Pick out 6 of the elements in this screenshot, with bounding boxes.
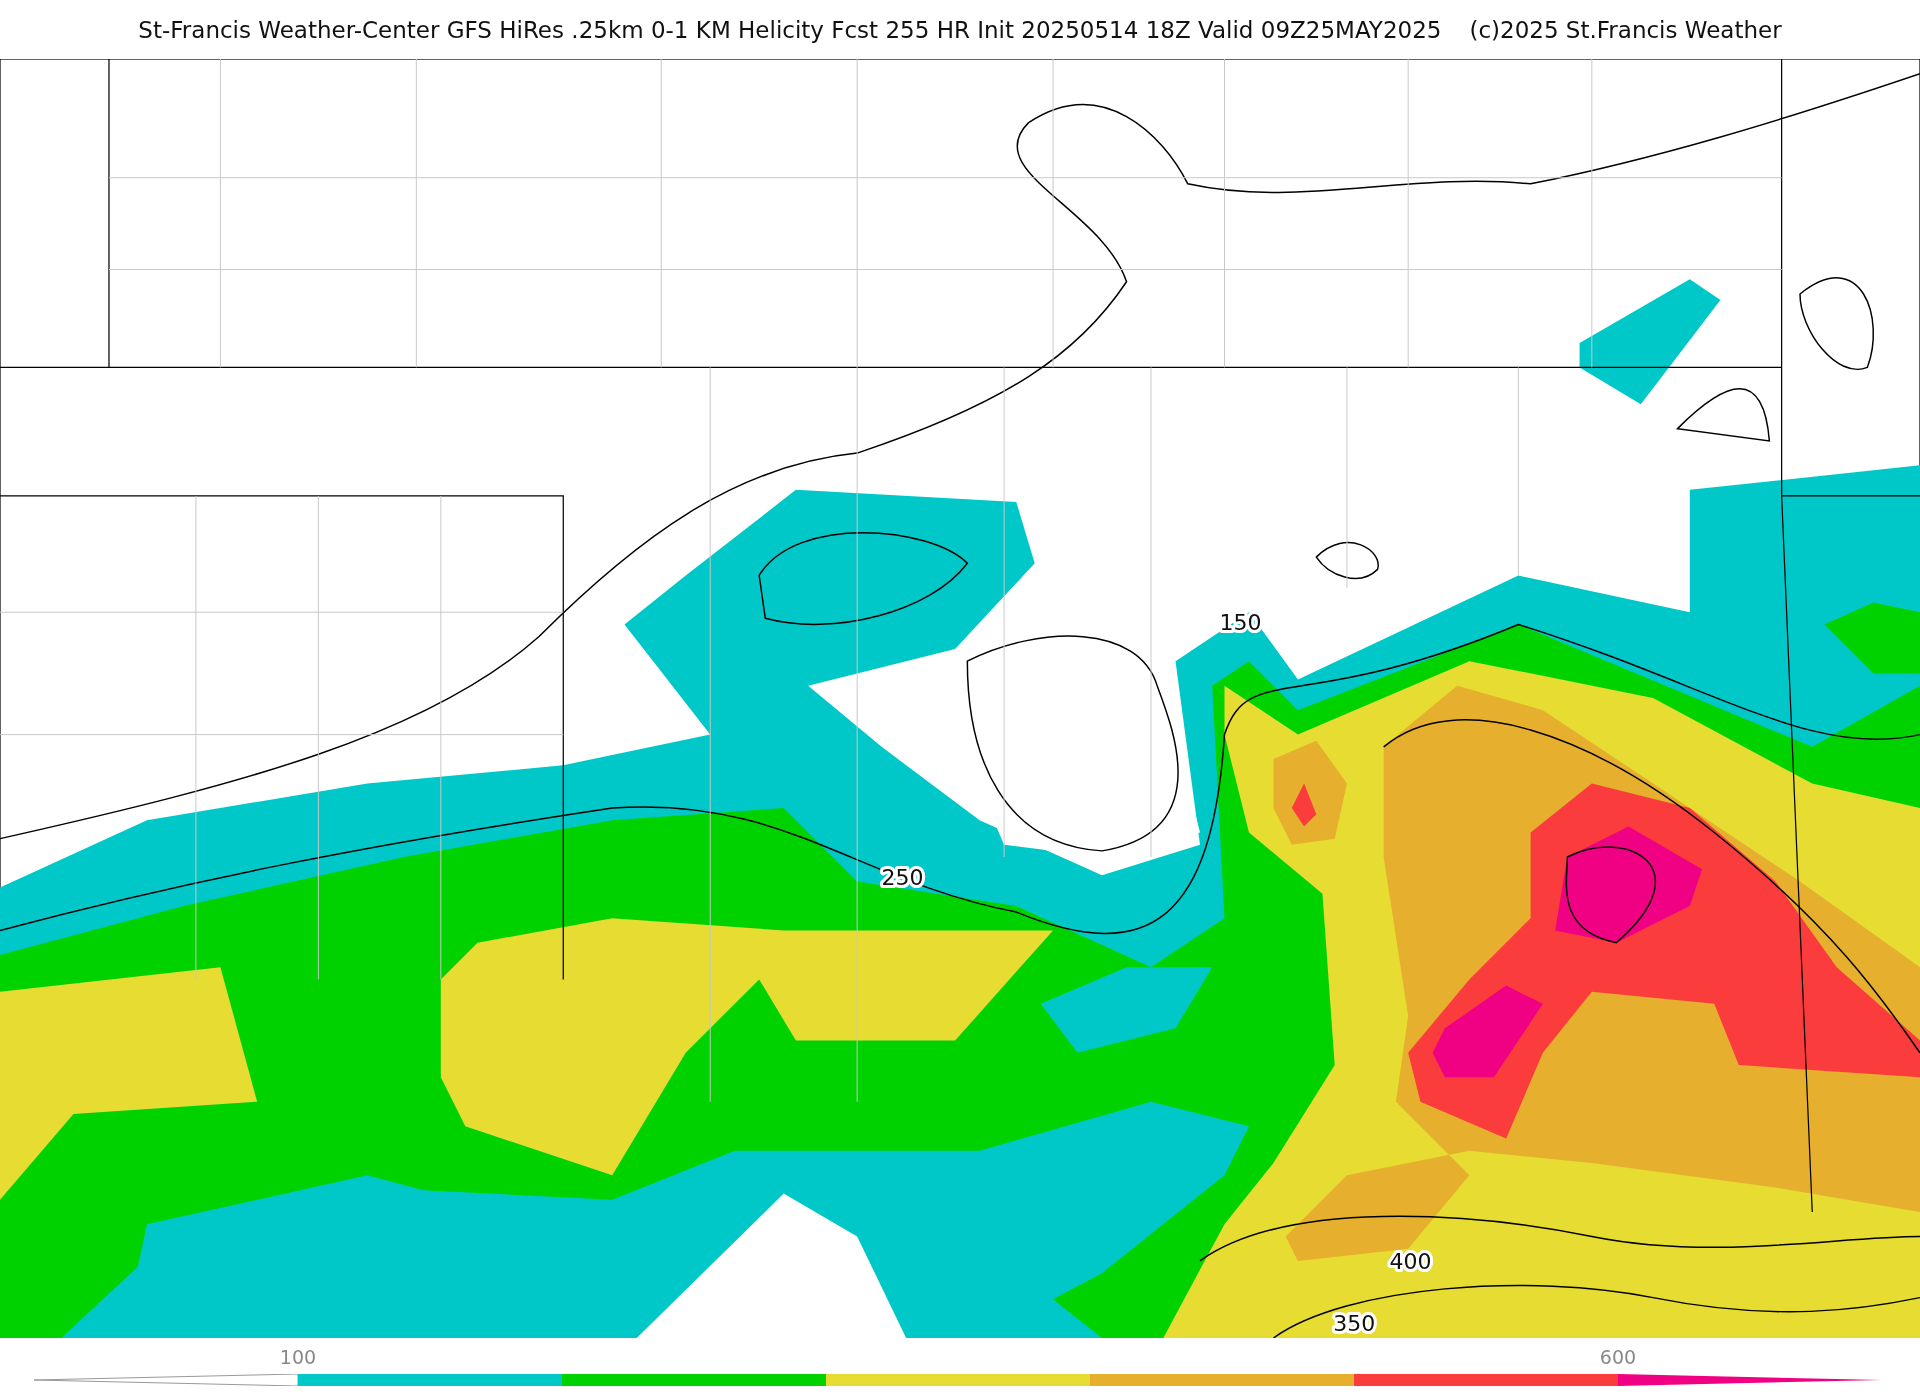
colorbar-tick-label: 100 [279,1346,317,1368]
contour-label: 400 [1389,1249,1432,1275]
contour-label: 350 [1333,1310,1376,1336]
colorbar-tick-label: 600 [1599,1346,1637,1368]
copyright-text: (c)2025 St.Francis Weather [1469,16,1782,43]
map-title: St-Francis Weather-Center GFS HiRes .25km 0-1 KM Helicity Fcst 255 HR Init 20250514 18Z Valid 09Z25MAY2025 [138,16,1442,43]
